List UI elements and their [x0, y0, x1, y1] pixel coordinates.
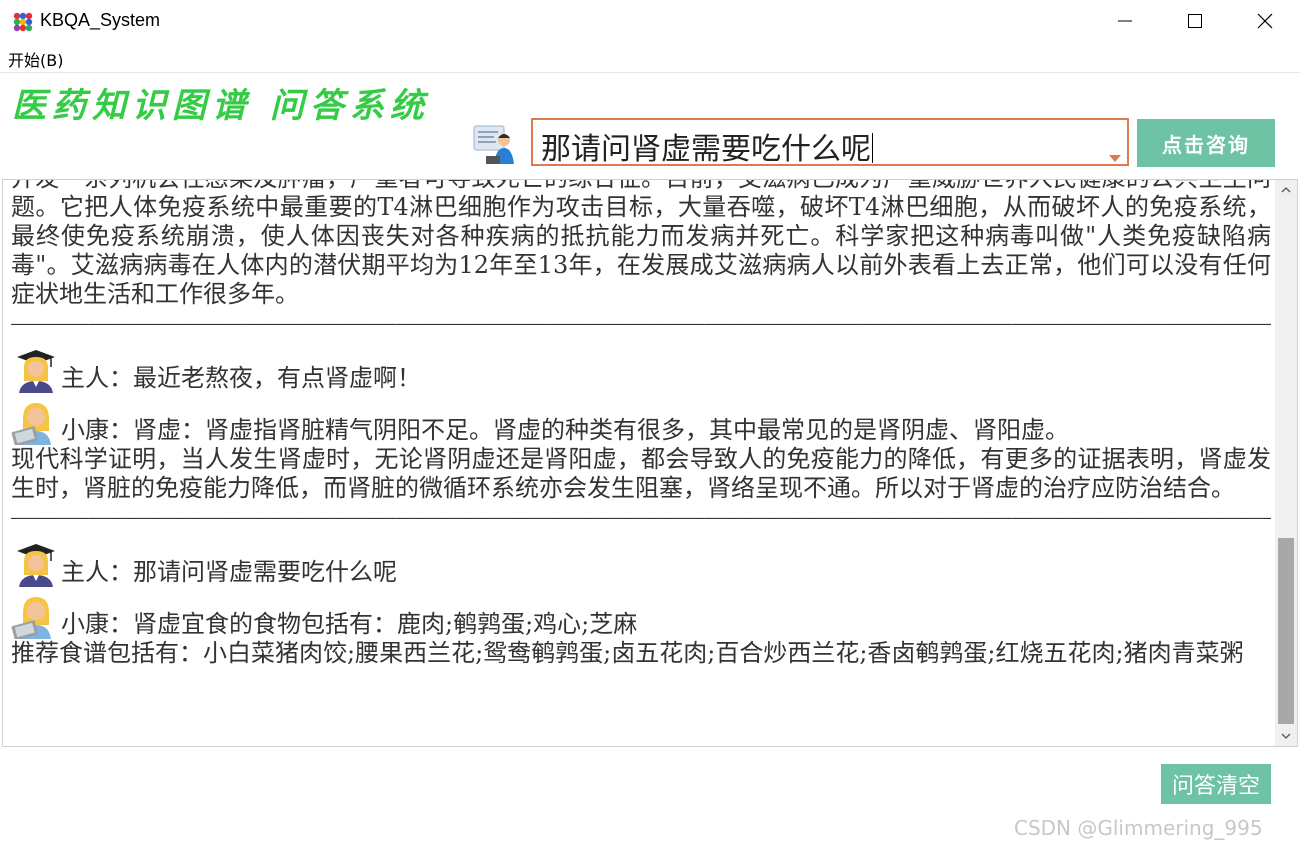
user-message-text: 主人：那请问肾虚需要吃什么呢: [61, 558, 397, 586]
maximize-button[interactable]: [1160, 0, 1230, 42]
bot-message: 小康：肾虚宜食的食物包括有：鹿肉;鹌鹑蛋;鸡心;芝麻: [11, 591, 1271, 639]
user-message: 主人：那请问肾虚需要吃什么呢: [11, 539, 1271, 587]
bot-message-continuation: 现代科学证明，当人发生肾虚时，无论肾阴虚还是肾阳虚，都会导致人的免疫能力的降低，…: [11, 445, 1271, 502]
doctor-avatar-icon: [473, 125, 514, 164]
bot-message-continuation: 推荐食谱包括有：小白菜猪肉饺;腰果西兰花;鸳鸯鹌鹑蛋;卤五花肉;百合炒西兰花;香…: [11, 639, 1244, 667]
page-title: 医药知识图谱 问答系统: [12, 86, 430, 126]
bot-message-text: 小康：肾虚：肾虚指肾脏精气阴阳不足。肾虚的种类有很多，其中最常见的是肾阴虚、肾阳…: [61, 416, 1069, 444]
app-dots-icon: [13, 12, 33, 32]
text-caret: [872, 133, 873, 163]
separator-line: ————————————————————————————————————————…: [11, 314, 1271, 333]
scroll-thumb[interactable]: [1278, 538, 1294, 724]
separator-line: ————————————————————————————————————————…: [11, 508, 1271, 527]
prior-answer-text: 并发一系列机会性感染及肿瘤，严重者可导致死亡的综合征。目前，艾滋病已成为严重威胁…: [11, 180, 1271, 308]
bot-message-text: 小康：肾虚宜食的食物包括有：鹿肉;鹌鹑蛋;鸡心;芝麻: [61, 610, 638, 638]
graduate-avatar-icon: [17, 544, 55, 587]
maximize-icon: [1188, 14, 1202, 28]
minimize-button[interactable]: [1090, 0, 1160, 42]
watermark: CSDN @Glimmering_995: [1014, 816, 1263, 840]
clear-history-button[interactable]: 问答清空: [1161, 764, 1271, 804]
user-message-text: 主人：最近老熬夜，有点肾虚啊！: [61, 364, 421, 392]
query-input[interactable]: 那请问肾虚需要吃什么呢: [531, 118, 1129, 166]
title-bar: KBQA_System: [0, 0, 1300, 42]
menu-bar: 开始(B): [0, 42, 1300, 73]
vertical-scrollbar[interactable]: [1275, 180, 1297, 746]
close-icon: [1257, 13, 1273, 29]
scroll-up-button[interactable]: [1275, 180, 1297, 200]
laptop-user-avatar-icon: [11, 597, 51, 639]
user-message: 主人：最近老熬夜，有点肾虚啊！: [11, 345, 1271, 393]
graduate-avatar-icon: [17, 350, 55, 393]
window-title: KBQA_System: [40, 10, 161, 30]
chevron-up-icon: [1281, 187, 1291, 193]
query-input-value: 那请问肾虚需要吃什么呢: [541, 132, 871, 166]
chat-content: 并发一系列机会性感染及肿瘤，严重者可导致死亡的综合征。目前，艾滋病已成为严重威胁…: [11, 180, 1271, 668]
minimize-icon: [1118, 20, 1132, 22]
scroll-down-button[interactable]: [1275, 726, 1297, 746]
chevron-down-icon: [1281, 733, 1291, 739]
laptop-user-avatar-icon: [11, 403, 51, 445]
chat-history[interactable]: 并发一系列机会性感染及肿瘤，严重者可导致死亡的综合征。目前，艾滋病已成为严重威胁…: [2, 179, 1298, 747]
consult-button[interactable]: 点击咨询: [1137, 119, 1275, 167]
menu-item-start[interactable]: 开始(B): [8, 47, 63, 71]
bot-message: 小康：肾虚：肾虚指肾脏精气阴阳不足。肾虚的种类有很多，其中最常见的是肾阴虚、肾阳…: [11, 397, 1271, 445]
close-button[interactable]: [1230, 0, 1300, 42]
dropdown-arrow-icon[interactable]: [1109, 155, 1121, 163]
